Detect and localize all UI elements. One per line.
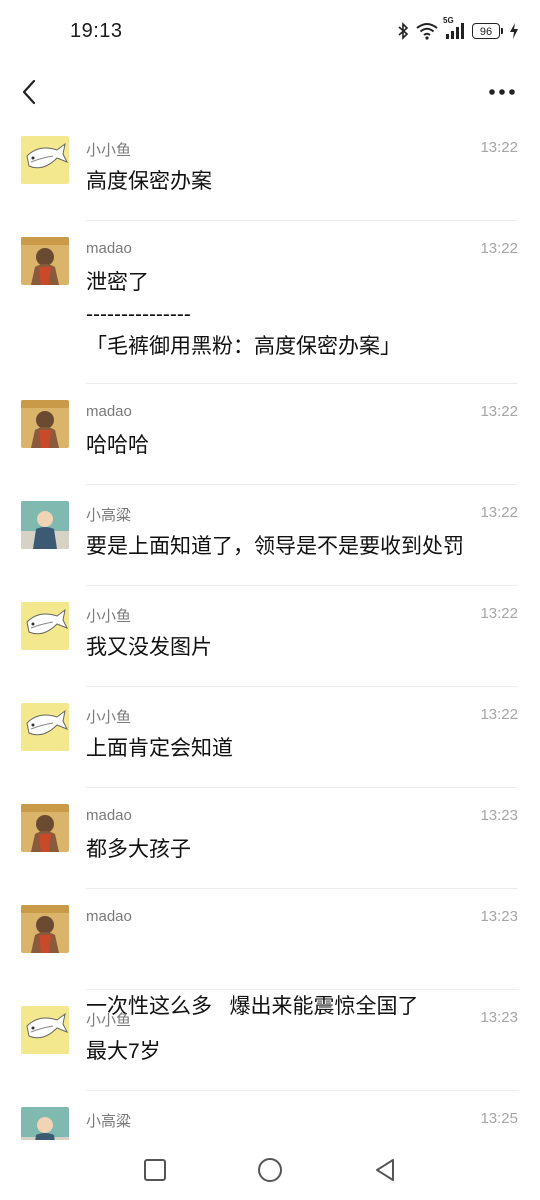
message-time: 13:22 <box>480 139 518 156</box>
system-navigation-bar <box>0 1140 540 1200</box>
message-item[interactable]: madao 13:22 泄密了 --------------- 「毛裤御用黑粉：… <box>0 221 540 384</box>
baby-avatar-icon <box>21 501 69 549</box>
message-time: 13:23 <box>480 1009 518 1026</box>
nav-bar <box>0 64 540 120</box>
battery-icon: 96 <box>472 23 503 39</box>
fish-icon <box>21 136 69 184</box>
message-time: 13:22 <box>480 240 518 257</box>
recent-apps-button[interactable] <box>141 1156 169 1184</box>
message-time: 13:23 <box>480 908 518 925</box>
avatar-madao[interactable] <box>21 237 69 285</box>
message-item[interactable]: 小小鱼 13:22 我又没发图片 <box>0 586 540 687</box>
message-line: 泄密了 <box>86 271 149 294</box>
message-text: 泄密了 --------------- 「毛裤御用黑粉：高度保密办案」 <box>86 269 518 365</box>
network-type-label: 5G <box>443 16 454 25</box>
sender-name: 小小鱼 <box>86 608 132 625</box>
status-icons: 5G 96 <box>397 16 518 40</box>
message-time: 13:22 <box>480 706 518 723</box>
sender-name: 小高粱 <box>86 1113 132 1130</box>
madao-avatar-icon <box>21 804 69 852</box>
sender-name: 小小鱼 <box>86 142 132 159</box>
message-line: 哈哈哈 <box>86 434 149 457</box>
triangle-back-icon <box>376 1159 394 1181</box>
message-time: 13:22 <box>480 504 518 521</box>
avatar-fish[interactable] <box>21 602 69 650</box>
message-line: 要是上面知道了，领导是不是要收到处罚 <box>86 535 464 558</box>
message-text: 高度保密办案 <box>86 168 518 200</box>
avatar-madao[interactable] <box>21 400 69 448</box>
message-text: 都多大孩子 <box>86 836 518 868</box>
wifi-icon <box>416 22 438 40</box>
sender-name: madao <box>86 908 132 925</box>
message-time: 13:22 <box>480 403 518 420</box>
avatar-fish[interactable] <box>21 136 69 184</box>
avatar-madao[interactable] <box>21 905 69 953</box>
cellular-signal-icon: 5G <box>443 16 465 40</box>
sender-name: madao <box>86 403 132 420</box>
sender-name: madao <box>86 240 132 257</box>
message-item[interactable]: 小小鱼 13:22 高度保密办案 <box>0 120 540 221</box>
message-list[interactable]: 小小鱼 13:22 高度保密办案 madao 13:22 泄密了 -------… <box>0 120 540 1140</box>
more-button[interactable] <box>486 76 518 108</box>
message-text: 最大7岁 <box>86 1038 518 1070</box>
message-line: 我又没发图片 <box>86 636 212 659</box>
circle-icon <box>258 1158 282 1182</box>
message-text: 要是上面知道了，领导是不是要收到处罚 <box>86 533 518 565</box>
back-button[interactable] <box>14 72 44 112</box>
message-item[interactable]: 小小鱼 13:22 上面肯定会知道 <box>0 687 540 788</box>
square-icon <box>144 1159 166 1181</box>
message-item[interactable]: madao 13:22 哈哈哈 <box>0 384 540 485</box>
avatar-fish[interactable] <box>21 703 69 751</box>
charging-bolt-icon <box>510 23 518 39</box>
status-bar: 19:13 5G 96 <box>0 0 540 64</box>
chevron-left-icon <box>22 79 36 105</box>
message-item[interactable]: 小高粱 13:25 <box>0 1091 540 1140</box>
madao-avatar-icon <box>21 400 69 448</box>
back-nav-button[interactable] <box>371 1156 399 1184</box>
status-time: 19:13 <box>70 20 123 42</box>
fish-icon <box>21 703 69 751</box>
sender-name: 小小鱼 <box>86 1012 132 1029</box>
sender-name: 小小鱼 <box>86 709 132 726</box>
quoted-message: 「毛裤御用黑粉：高度保密办案」 <box>86 335 401 358</box>
sender-name: 小高粱 <box>86 507 132 524</box>
fish-icon <box>21 602 69 650</box>
avatar-fish[interactable] <box>21 1006 69 1054</box>
message-line: --------------- <box>86 303 191 326</box>
message-time: 13:22 <box>480 605 518 622</box>
home-button[interactable] <box>256 1156 284 1184</box>
sender-name: madao <box>86 807 132 824</box>
message-time: 13:23 <box>480 807 518 824</box>
message-time: 13:25 <box>480 1110 518 1127</box>
fish-icon <box>21 1006 69 1054</box>
message-item[interactable]: madao 13:23 都多大孩子 <box>0 788 540 889</box>
bluetooth-icon <box>397 22 409 40</box>
message-text: 上面肯定会知道 <box>86 735 518 767</box>
avatar-baby[interactable] <box>21 501 69 549</box>
baby-avatar-icon <box>21 1107 69 1140</box>
message-line: 最大7岁 <box>86 1040 161 1063</box>
message-item[interactable]: 小小鱼 13:23 最大7岁 <box>0 990 540 1091</box>
message-line: 都多大孩子 <box>86 838 191 861</box>
message-item[interactable]: madao 13:23 一次性这么多 爆出来能震惊全国了 <box>0 889 540 1018</box>
avatar-madao[interactable] <box>21 804 69 852</box>
message-line: 高度保密办案 <box>86 170 212 193</box>
message-item[interactable]: 小高粱 13:22 要是上面知道了，领导是不是要收到处罚 <box>0 485 540 586</box>
madao-avatar-icon <box>21 905 69 953</box>
message-text: 我又没发图片 <box>86 634 518 666</box>
message-line: 上面肯定会知道 <box>86 737 233 760</box>
message-text: 哈哈哈 <box>86 432 518 464</box>
avatar-baby[interactable] <box>21 1107 69 1140</box>
madao-avatar-icon <box>21 237 69 285</box>
more-dots-icon <box>489 89 515 95</box>
